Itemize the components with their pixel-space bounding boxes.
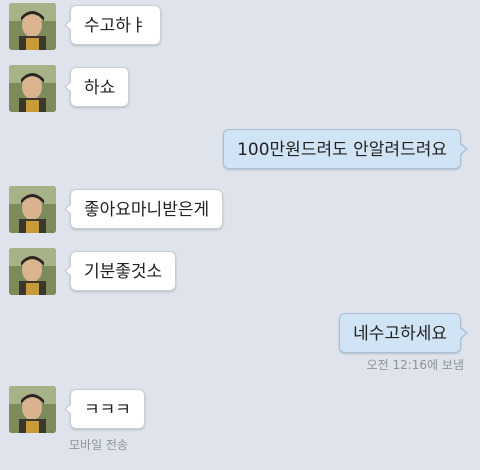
avatar-photo-icon — [9, 186, 56, 233]
message-bubble-incoming[interactable]: 좋아요마니받은게 — [63, 189, 224, 229]
contact-avatar[interactable] — [9, 65, 56, 112]
avatar-photo-icon — [9, 386, 56, 433]
avatar-photo-icon — [9, 3, 56, 50]
message-row-incoming: 기분좋것소 — [0, 248, 480, 296]
contact-avatar[interactable] — [9, 386, 56, 433]
message-bubble-incoming[interactable]: 수고하ㅑ — [64, 5, 161, 45]
contact-avatar[interactable] — [9, 186, 56, 233]
message-bubble-outgoing[interactable]: 100만원드려도 안알려드려요 — [223, 129, 468, 169]
message-row-incoming: 좋아요마니받은게 — [0, 186, 480, 234]
message-row-incoming: 하쇼 — [0, 65, 480, 113]
message-row-outgoing: 네수고하세요 오전 12:16에 보냄 — [0, 311, 480, 373]
avatar-photo-icon — [9, 65, 56, 112]
contact-avatar[interactable] — [9, 3, 56, 50]
chat-thread: 수고하ㅑ 하쇼 100만원드려도 안알려드려요 좋아요마니받은게 기분좋것소 네… — [0, 0, 480, 470]
message-row-incoming: ㅋㅋㅋ 모바일 전송 — [0, 386, 480, 456]
message-row-incoming: 수고하ㅑ — [0, 3, 480, 51]
message-bubble-incoming[interactable]: 기분좋것소 — [63, 251, 177, 291]
message-bubble-incoming[interactable]: ㅋㅋㅋ — [64, 389, 145, 429]
message-bubble-outgoing[interactable]: 네수고하세요 — [339, 313, 468, 353]
message-bubble-incoming[interactable]: 하쇼 — [63, 67, 130, 107]
message-row-outgoing: 100만원드려도 안알려드려요 — [0, 127, 480, 171]
contact-avatar[interactable] — [9, 248, 56, 295]
avatar-photo-icon — [9, 248, 56, 295]
mobile-sent-label: 모바일 전송 — [69, 438, 129, 452]
sent-timestamp: 오전 12:16에 보냄 — [366, 358, 464, 372]
